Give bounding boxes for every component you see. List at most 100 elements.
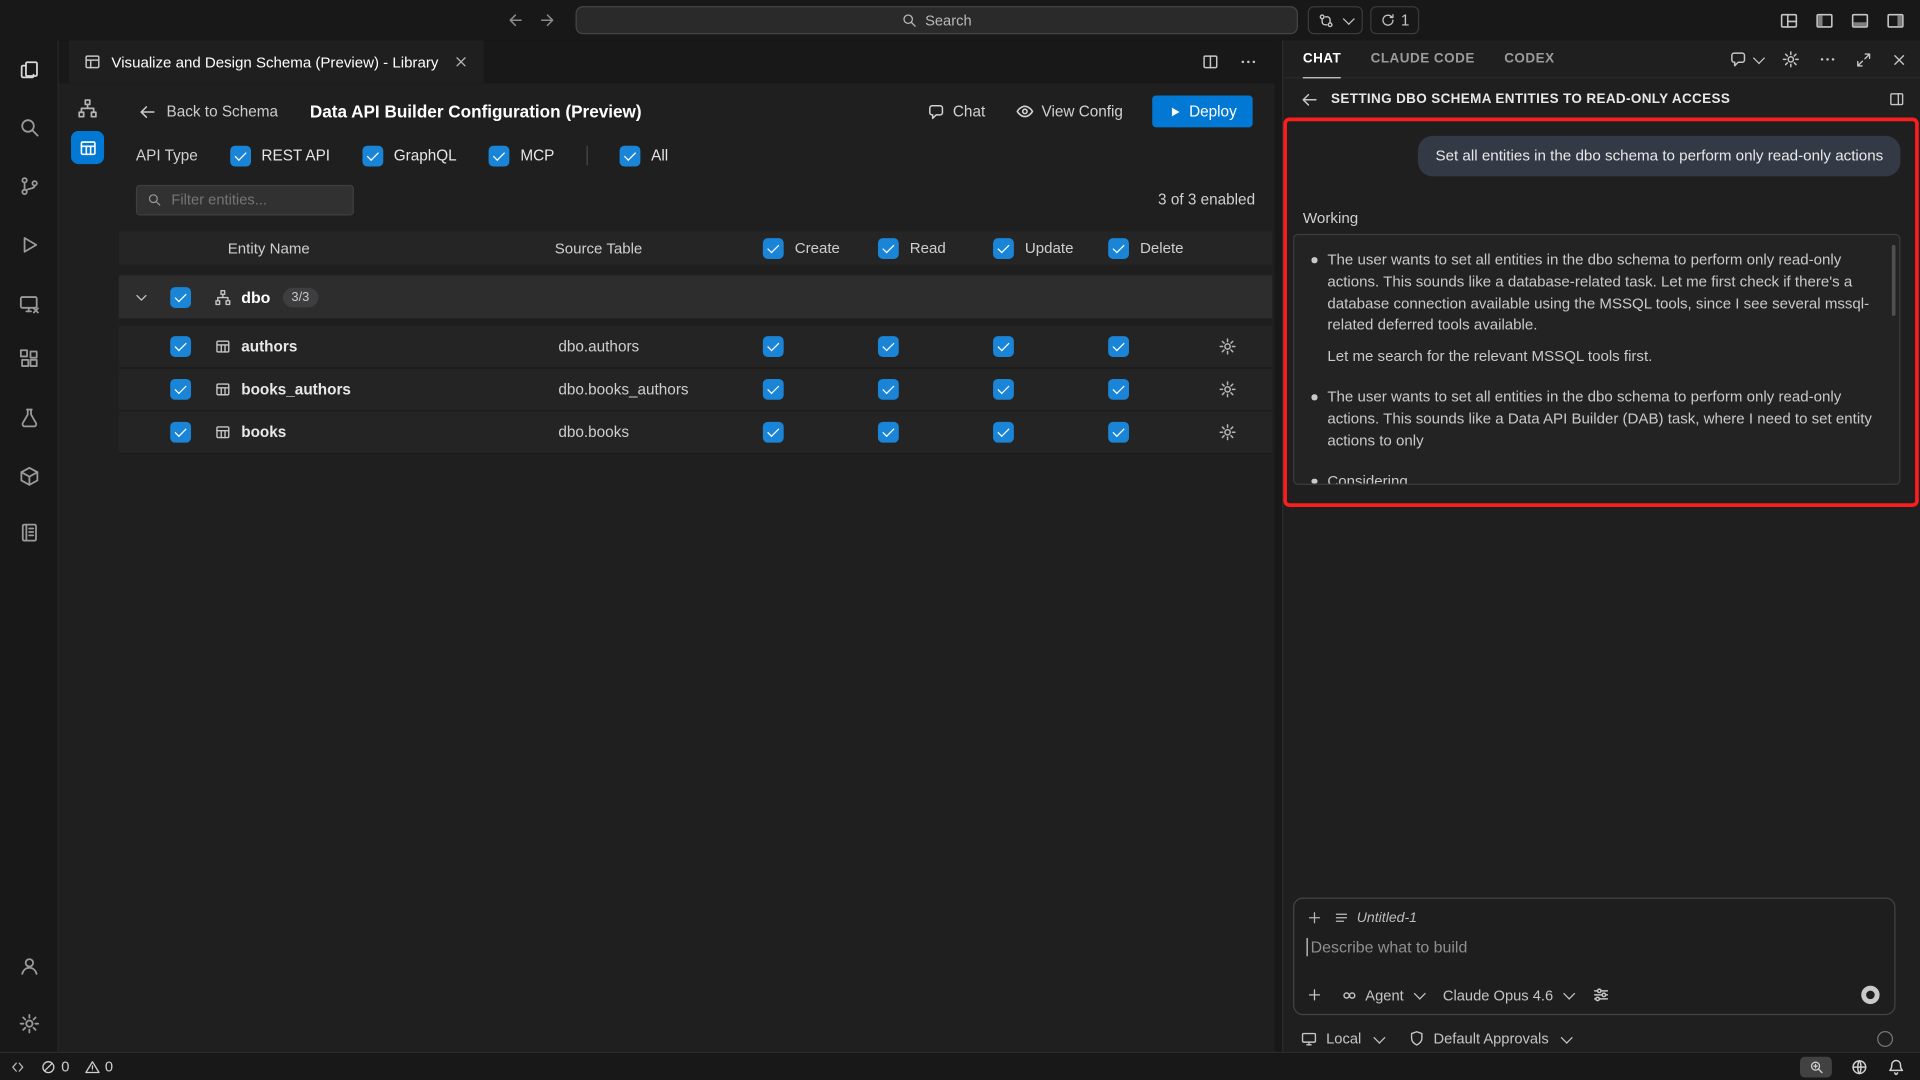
tab-claude-code[interactable]: CLAUDE CODE	[1371, 40, 1475, 78]
sidebar-item-notebooks[interactable]	[0, 506, 58, 560]
close-tab-icon[interactable]	[453, 54, 469, 70]
table-designer-button[interactable]	[71, 131, 104, 164]
table-row: books_authors dbo.books_authors	[119, 369, 1272, 412]
col-update-label: Update	[1025, 239, 1074, 256]
environment-picker[interactable]: Local	[1300, 1030, 1383, 1047]
command-center-search[interactable]: Search	[576, 6, 1298, 34]
remote-indicator-icon[interactable]	[10, 1059, 26, 1075]
row-authors-read-checkbox[interactable]	[878, 336, 899, 357]
sync-status-button[interactable]: 1	[1370, 6, 1419, 34]
split-editor-icon[interactable]	[1201, 53, 1219, 71]
rest-api-checkbox[interactable]	[230, 145, 251, 166]
sidebar-item-remote-explorer[interactable]	[0, 277, 58, 331]
toggle-primary-sidebar-icon[interactable]	[1815, 10, 1835, 30]
mcp-checkbox-option[interactable]: MCP	[489, 145, 555, 166]
col-delete-label: Delete	[1140, 239, 1184, 256]
open-session-split-icon[interactable]	[1888, 91, 1905, 108]
row-books-authors-checkbox[interactable]	[170, 379, 191, 400]
session-back-icon[interactable]	[1300, 90, 1318, 108]
filter-entities-box[interactable]	[136, 184, 354, 215]
problems-warnings[interactable]: 0	[84, 1058, 113, 1075]
language-globe-icon[interactable]	[1850, 1057, 1868, 1075]
chat-input[interactable]: Describe what to build	[1307, 938, 1883, 956]
settings-button[interactable]	[0, 997, 58, 1051]
notifications-bell-icon[interactable]	[1887, 1057, 1905, 1075]
close-chat-icon[interactable]	[1891, 51, 1908, 68]
row-books-create-checkbox[interactable]	[763, 422, 784, 443]
entity-name: books	[241, 424, 286, 441]
group-name: dbo	[241, 288, 270, 306]
col-entity-name: Entity Name	[228, 239, 310, 256]
mode-picker[interactable]: Agent	[1341, 986, 1425, 1003]
editor-more-actions-icon[interactable]	[1239, 53, 1257, 71]
row-books-update-checkbox[interactable]	[993, 422, 1014, 443]
row-authors-delete-checkbox[interactable]	[1108, 336, 1129, 357]
row-authors-update-checkbox[interactable]	[993, 336, 1014, 357]
sidebar-item-database-projects[interactable]	[0, 449, 58, 503]
model-picker[interactable]: Claude Opus 4.6	[1443, 986, 1574, 1003]
attach-icon[interactable]	[1307, 987, 1323, 1003]
approvals-picker[interactable]: Default Approvals	[1408, 1030, 1571, 1047]
sidebar-item-explorer[interactable]	[0, 43, 58, 97]
chat-button[interactable]: Chat	[927, 102, 985, 120]
tools-sliders-icon[interactable]	[1592, 986, 1610, 1004]
view-config-button[interactable]: View Config	[1015, 102, 1123, 122]
back-to-schema-button[interactable]: Back to Schema	[138, 102, 278, 120]
zoom-status-button[interactable]	[1800, 1056, 1832, 1077]
tab-visualize-design-schema[interactable]: Visualize and Design Schema (Preview) - …	[69, 40, 484, 83]
user-message-bubble: Set all entities in the dbo schema to pe…	[1418, 136, 1900, 176]
scrollbar-thumb[interactable]	[1892, 245, 1896, 316]
sidebar-item-extensions[interactable]	[0, 332, 58, 386]
sidebar-item-source-control[interactable]	[0, 159, 58, 213]
collapse-chevron-icon[interactable]	[133, 289, 149, 305]
row-books-authors-create-checkbox[interactable]	[763, 379, 784, 400]
git-compare-button[interactable]	[1308, 6, 1363, 34]
row-settings-gear-icon[interactable]	[1218, 423, 1236, 441]
all-checkbox-option[interactable]: All	[619, 145, 668, 166]
row-books-checkbox[interactable]	[170, 422, 191, 443]
graphql-checkbox[interactable]	[362, 145, 383, 166]
toggle-secondary-sidebar-icon[interactable]	[1886, 10, 1906, 30]
mcp-checkbox[interactable]	[489, 145, 510, 166]
col-create-checkbox[interactable]	[763, 238, 784, 259]
history-forward-button[interactable]	[540, 11, 558, 29]
tab-chat[interactable]: CHAT	[1303, 40, 1341, 78]
row-settings-gear-icon[interactable]	[1218, 337, 1236, 355]
col-update-checkbox[interactable]	[993, 238, 1014, 259]
col-delete-checkbox[interactable]	[1108, 238, 1129, 259]
customize-layout-icon[interactable]	[1779, 10, 1799, 30]
col-read-checkbox[interactable]	[878, 238, 899, 259]
deploy-button[interactable]: Deploy	[1152, 96, 1252, 128]
context-file-chip[interactable]: Untitled-1	[1333, 910, 1417, 926]
new-chat-dropdown[interactable]	[1729, 50, 1763, 68]
zoom-in-icon	[1808, 1059, 1824, 1075]
rest-api-checkbox-option[interactable]: REST API	[230, 145, 330, 166]
row-authors-checkbox[interactable]	[170, 336, 191, 357]
sidebar-item-testing[interactable]	[0, 391, 58, 445]
group-dbo-checkbox[interactable]	[170, 287, 191, 308]
row-settings-gear-icon[interactable]	[1218, 380, 1236, 398]
row-books-authors-update-checkbox[interactable]	[993, 379, 1014, 400]
problems-errors[interactable]: 0	[40, 1058, 69, 1075]
row-books-read-checkbox[interactable]	[878, 422, 899, 443]
filter-entities-input[interactable]	[169, 190, 333, 210]
row-authors-create-checkbox[interactable]	[763, 336, 784, 357]
expand-chat-icon[interactable]	[1855, 51, 1872, 68]
add-context-icon[interactable]	[1307, 910, 1323, 926]
toggle-panel-icon[interactable]	[1850, 10, 1870, 30]
history-back-button[interactable]	[504, 11, 522, 29]
chat-more-actions-icon[interactable]	[1818, 50, 1836, 68]
schema-view-button[interactable]	[71, 92, 104, 125]
send-button[interactable]	[1861, 986, 1879, 1004]
chevron-down-icon	[1753, 52, 1765, 64]
account-button[interactable]	[0, 939, 58, 993]
sidebar-item-run-debug[interactable]	[0, 218, 58, 272]
row-books-delete-checkbox[interactable]	[1108, 422, 1129, 443]
graphql-checkbox-option[interactable]: GraphQL	[362, 145, 457, 166]
row-books-authors-read-checkbox[interactable]	[878, 379, 899, 400]
sidebar-item-search[interactable]	[0, 100, 58, 154]
tab-codex[interactable]: CODEX	[1504, 40, 1554, 78]
all-checkbox[interactable]	[619, 145, 640, 166]
chat-settings-gear-icon[interactable]	[1782, 50, 1800, 68]
row-books-authors-delete-checkbox[interactable]	[1108, 379, 1129, 400]
